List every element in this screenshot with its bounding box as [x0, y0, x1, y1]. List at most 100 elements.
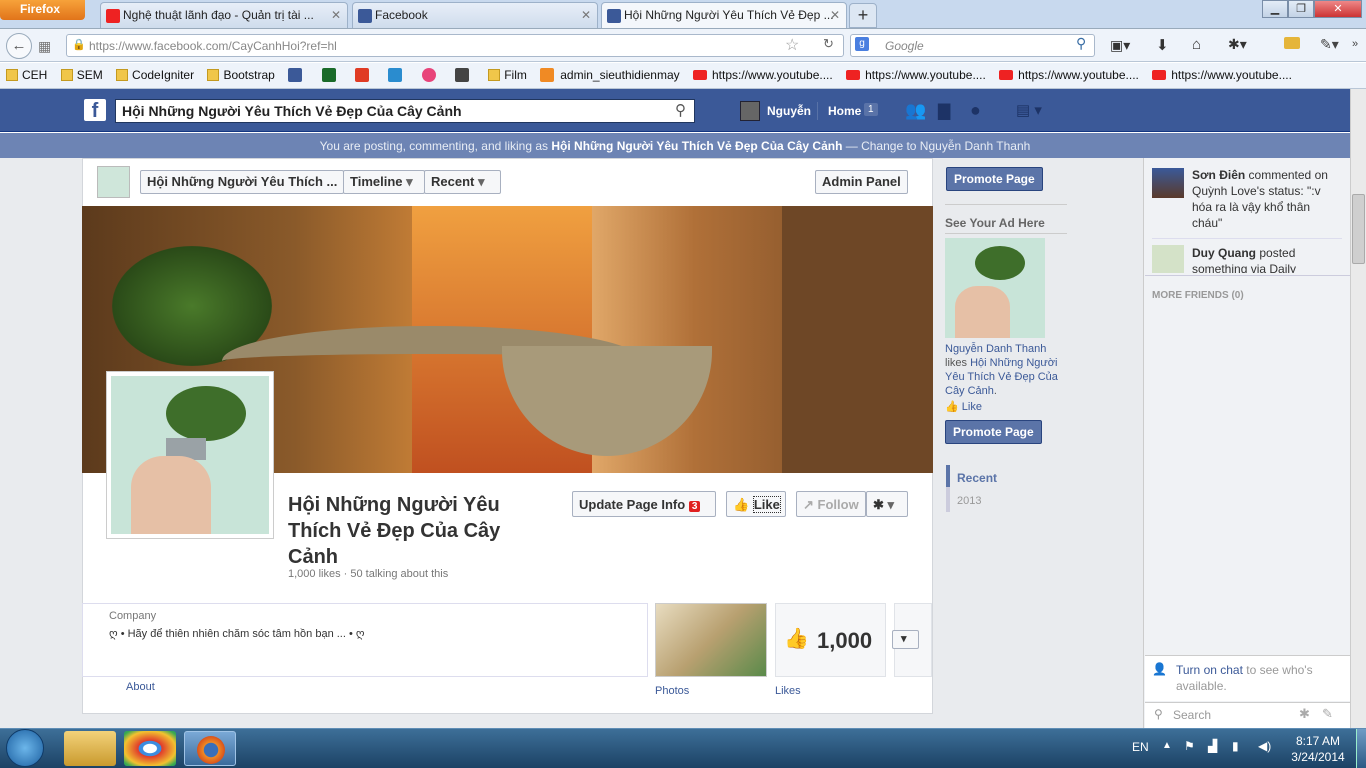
windows-start-icon[interactable]	[6, 729, 44, 767]
reload-icon[interactable]: ↻	[823, 36, 834, 52]
profile-link[interactable]: Nguyễn	[767, 104, 811, 118]
ticker-avatar[interactable]	[1152, 168, 1184, 198]
page-thumbnail[interactable]	[97, 166, 130, 198]
year-nav-item[interactable]: 2013	[957, 495, 981, 507]
download-icon[interactable]: ⬇	[1156, 36, 1169, 54]
recent-nav-item[interactable]: Recent	[957, 471, 997, 485]
new-tab-button[interactable]: +	[849, 3, 877, 28]
chat-search-input[interactable]: Search	[1173, 708, 1211, 722]
maximize-button[interactable]: ❐	[1288, 0, 1314, 18]
bookmark-movie[interactable]	[454, 68, 475, 82]
ad-like-link[interactable]: 👍 Like	[945, 400, 982, 413]
bookmark-youtube[interactable]: https://www.youtube....	[999, 68, 1139, 82]
change-identity-link[interactable]: — Change to Nguyễn Danh Thanh	[842, 139, 1031, 153]
file-explorer-icon[interactable]	[64, 731, 116, 766]
likes-app-box[interactable]: 👍 1,000	[775, 603, 886, 677]
bookmark-folder[interactable]: Film	[488, 68, 527, 82]
like-button[interactable]: 👍 Like	[726, 491, 786, 517]
magnifier-icon[interactable]: ⚲	[1076, 35, 1086, 52]
bookmark-red[interactable]	[354, 68, 375, 82]
photos-app-thumbnail[interactable]	[655, 603, 767, 677]
bookmark-youtube[interactable]: https://www.youtube....	[692, 68, 833, 82]
promote-page-button-2[interactable]: Promote Page	[945, 420, 1042, 444]
page-scrollbar[interactable]	[1350, 89, 1366, 728]
new-message-icon[interactable]: ✎	[1322, 706, 1333, 722]
account-menu-icon[interactable]: ▤ ▾	[1016, 101, 1042, 119]
close-icon[interactable]: ✕	[581, 8, 591, 22]
facebook-logo-icon[interactable]: f	[84, 99, 106, 122]
firefox-taskbar-icon[interactable]	[184, 731, 236, 766]
notifications-globe-icon[interactable]: ●	[970, 100, 981, 121]
language-indicator[interactable]: EN	[1132, 740, 1149, 754]
back-arrow-icon[interactable]: ←	[6, 33, 32, 59]
profile-picture[interactable]	[106, 371, 274, 539]
window-close-button[interactable]: ✕	[1314, 0, 1362, 18]
bookmarks-menu-icon[interactable]: ▣▾	[1110, 37, 1130, 54]
ad-image[interactable]	[945, 238, 1045, 338]
gear-icon[interactable]: ✱	[1299, 706, 1310, 722]
tray-chevron-icon[interactable]: ▲	[1162, 740, 1172, 751]
tab-grid-icon[interactable]: ▦	[38, 38, 51, 55]
settings-dropdown[interactable]: ✱ ▾	[866, 491, 908, 517]
addon-icon[interactable]: ✱▾	[1228, 36, 1247, 53]
page-selector-dropdown[interactable]: Hội Những Người Yêu Thích ...	[140, 170, 344, 194]
admin-panel-button[interactable]: Admin Panel	[815, 170, 908, 194]
ticker-story-1[interactable]: Sơn Điên commented on Quỳnh Love's statu…	[1192, 167, 1342, 231]
bookmark-admin[interactable]: admin_sieuthidienmay	[540, 68, 680, 82]
overflow-icon[interactable]: »	[1352, 38, 1358, 50]
action-center-icon[interactable]: ⚑	[1184, 739, 1195, 753]
clock-time[interactable]: 8:17 AM	[1286, 734, 1350, 748]
ticker-avatar-2[interactable]	[1152, 245, 1184, 273]
battery-icon[interactable]: ▮	[1232, 739, 1239, 753]
messages-icon[interactable]: ▇	[938, 101, 950, 121]
ad-liker-link[interactable]: Nguyễn Danh Thanh	[945, 343, 1046, 355]
turn-on-chat-link[interactable]: Turn on chat	[1176, 663, 1243, 677]
wallet-icon[interactable]	[1284, 37, 1300, 49]
bookmark-youtube[interactable]: https://www.youtube....	[1152, 68, 1292, 82]
scrollbar-thumb[interactable]	[1352, 194, 1365, 264]
tab-page-active[interactable]: Hội Những Người Yêu Thích Vẻ Đẹp ... ✕	[601, 2, 847, 28]
avatar[interactable]	[740, 101, 760, 121]
bookmark-pink[interactable]	[421, 68, 442, 82]
chrome-icon[interactable]	[124, 731, 176, 766]
bookmark-youtube[interactable]: https://www.youtube....	[846, 68, 986, 82]
signal-icon[interactable]: ▟	[1208, 739, 1217, 753]
close-icon[interactable]: ✕	[331, 8, 341, 22]
recent-dropdown[interactable]: Recent ▾	[424, 170, 501, 194]
bookmark-eye[interactable]	[388, 68, 408, 82]
apps-expand-button[interactable]: ▾	[892, 630, 919, 649]
bookmark-folder[interactable]: SEM	[60, 68, 103, 82]
tab-youtube[interactable]: Nghệ thuật lãnh đạo - Quản trị tài ... ✕	[100, 2, 348, 28]
tools-icon[interactable]: ✎▾	[1320, 36, 1339, 53]
bookmark-facebook[interactable]	[288, 68, 308, 82]
likes-link[interactable]: Likes	[775, 685, 801, 697]
star-icon[interactable]: ☆	[785, 35, 799, 55]
promote-page-button[interactable]: Promote Page	[946, 167, 1043, 191]
photos-link[interactable]: Photos	[655, 685, 689, 697]
web-search-input[interactable]: Google	[850, 34, 1095, 57]
about-link[interactable]: About	[126, 681, 155, 693]
close-icon[interactable]: ✕	[830, 8, 840, 22]
minimize-button[interactable]: ▁	[1262, 0, 1288, 18]
posting-as-page[interactable]: Hội Những Người Yêu Thích Vẻ Đẹp Của Cây…	[551, 139, 842, 153]
volume-icon[interactable]: ◀)	[1258, 739, 1271, 753]
bookmark-d[interactable]	[321, 68, 342, 82]
follow-button[interactable]: ↗ Follow	[796, 491, 866, 517]
clock-date[interactable]: 3/24/2014	[1286, 750, 1350, 764]
update-page-info-button[interactable]: Update Page Info 3	[572, 491, 716, 517]
bookmark-folder[interactable]: Bootstrap	[207, 68, 275, 82]
show-desktop-button[interactable]	[1356, 729, 1366, 768]
tab-facebook[interactable]: Facebook ✕	[352, 2, 598, 28]
friend-requests-icon[interactable]: 👥	[905, 101, 926, 121]
home-link[interactable]: Home	[828, 104, 861, 118]
firefox-menu-button[interactable]: Firefox	[0, 0, 85, 20]
search-icon[interactable]: ⚲	[675, 101, 686, 119]
ticker-story-2[interactable]: Duy Quang posted something via Daily	[1192, 245, 1342, 273]
facebook-search-input[interactable]: Hội Những Người Yêu Thích Vẻ Đẹp Của Cây…	[115, 99, 695, 123]
bookmark-folder[interactable]: CEH	[6, 68, 47, 82]
see-your-ad-heading[interactable]: See Your Ad Here	[945, 216, 1045, 230]
url-bar[interactable]: https://www.facebook.com/CayCanhHoi?ref=…	[66, 34, 844, 57]
bookmark-folder[interactable]: CodeIgniter	[116, 68, 194, 82]
timeline-dropdown[interactable]: Timeline ▾	[343, 170, 425, 194]
home-icon[interactable]: ⌂	[1192, 36, 1201, 53]
